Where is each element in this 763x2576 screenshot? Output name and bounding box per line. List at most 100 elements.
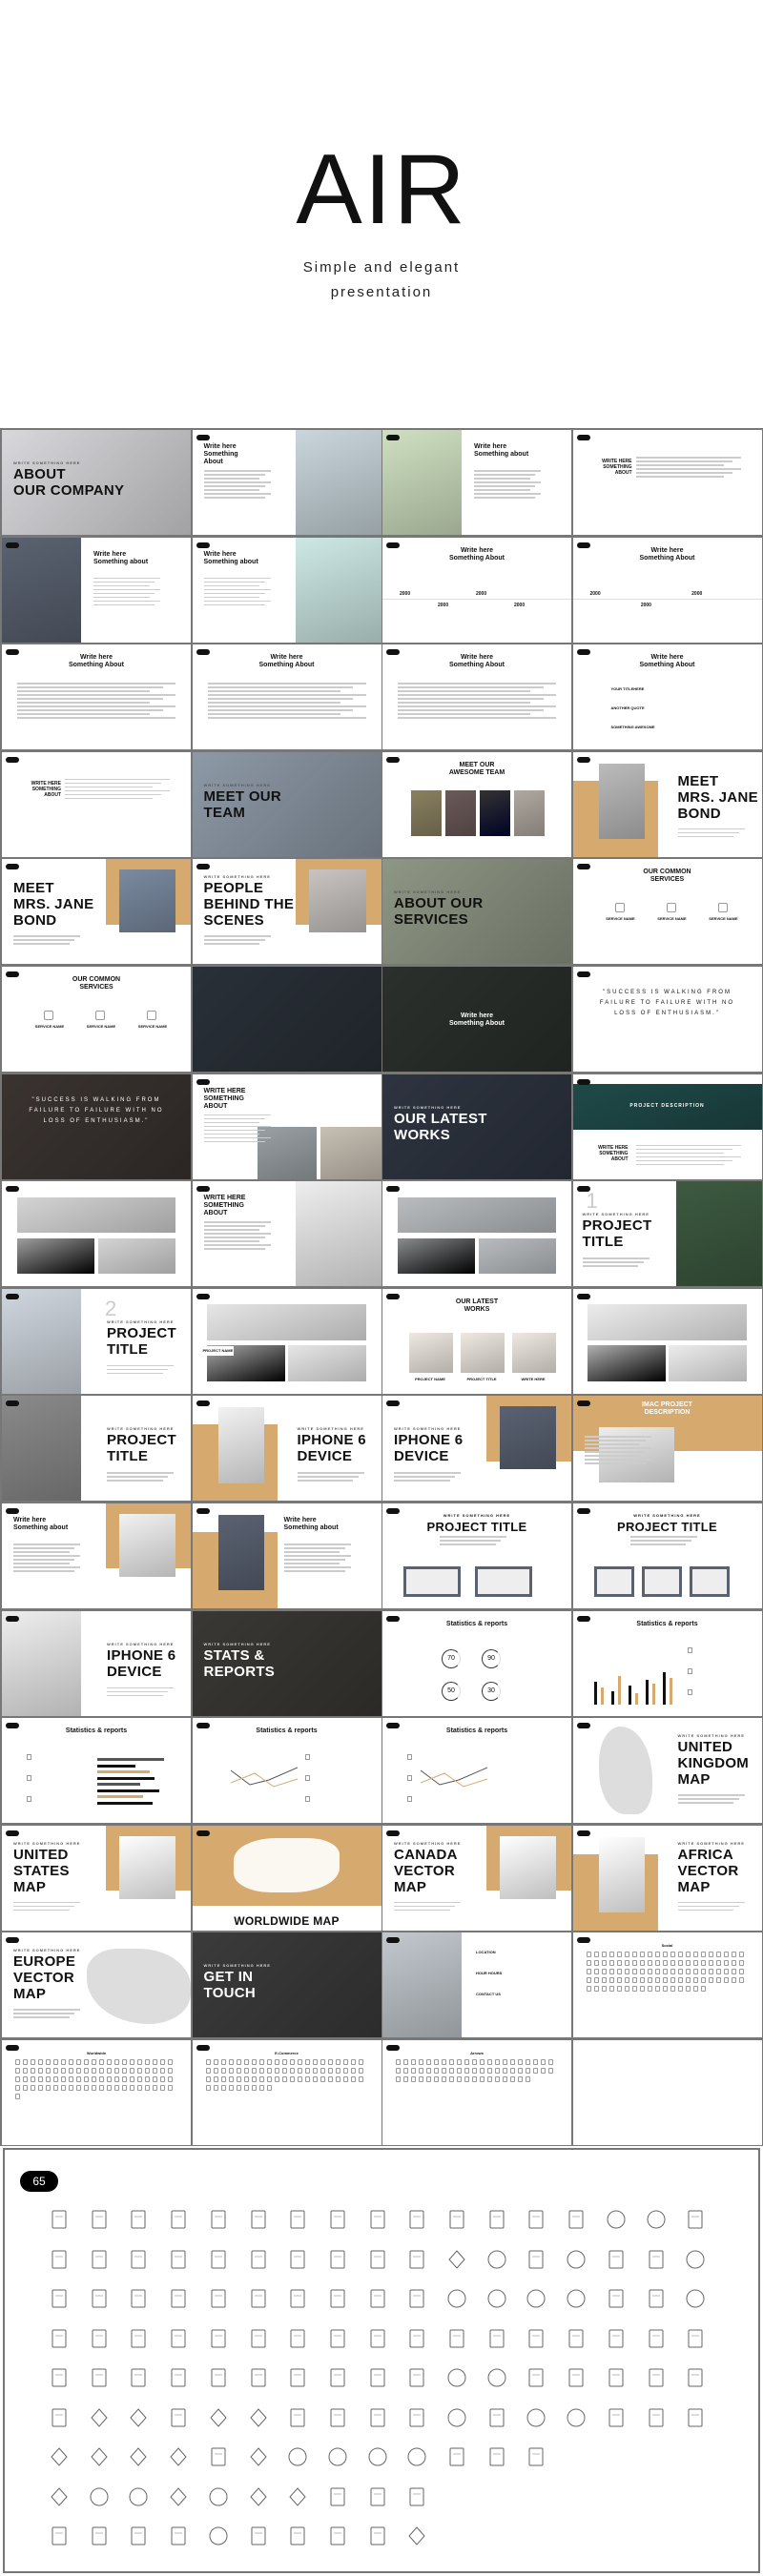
slide-heading: Statistics & reports	[65, 1728, 128, 1735]
balloon-pin-icon	[87, 2405, 112, 2430]
slide-thumbnail[interactable]: ABOUT OUR SERVICES WRITE SOMETHING HERE	[382, 859, 571, 965]
text-line	[677, 1909, 734, 1912]
slide-thumbnail[interactable]: Write here Something About	[382, 967, 571, 1072]
slide-thumbnail[interactable]: Write here Something About YOUR TITLEHERE…	[572, 644, 762, 750]
slide-thumbnail[interactable]	[572, 1288, 762, 1394]
icon-glyph	[130, 2068, 134, 2074]
icon-glyph	[411, 2076, 416, 2082]
slide-thumbnail[interactable]: ABOUT OUR COMPANY WRITE SOMETHING HERE	[2, 430, 191, 535]
slide-thumbnail[interactable]: LOCATION HOUR HOURS CONTACT US	[382, 1932, 571, 2038]
photo	[218, 1407, 264, 1483]
slide-thumbnail[interactable]: OUR LATEST WORKS WRITE SOMETHING HERE	[382, 1073, 571, 1179]
icon-glyph	[335, 2076, 340, 2082]
slide-thumbnail[interactable]: Write here Something about	[192, 537, 382, 643]
slide-thumbnail[interactable]: GET IN TOUCH WRITE SOMETHING HERE	[192, 1932, 382, 2038]
icon-glyph	[449, 2059, 454, 2065]
slide-thumbnail[interactable]: Statistics & reports	[2, 1718, 191, 1824]
slide-thumbnail[interactable]: AFRICA VECTOR MAP WRITE SOMETHING HERE	[572, 1825, 762, 1931]
slide-thumbnail[interactable]: IPHONE 6 DEVICE WRITE SOMETHING HERE	[2, 1610, 191, 1716]
text-line	[582, 1261, 644, 1263]
slide-thumbnail[interactable]: Statistics & reports 70 90 50 30	[382, 1610, 571, 1716]
slide-thumbnail[interactable]: E-Commerce	[192, 2040, 382, 2145]
slide-thumbnail[interactable]: PROJECT TITLE WRITE SOMETHING HERE	[2, 1396, 191, 1502]
slide-thumbnail[interactable]: WRITE HERE SOMETHING ABOUT	[192, 1073, 382, 1179]
slide-thumbnail[interactable]: MEET MRS. JANE BOND	[2, 859, 191, 965]
slide-thumbnail[interactable]: UNITED KINGDOM MAP WRITE SOMETHING HERE	[572, 1718, 762, 1824]
slide-thumbnail[interactable]	[382, 1181, 571, 1287]
icon-glyph	[130, 2059, 134, 2065]
slide-thumbnail[interactable]: Worldwide	[2, 2040, 191, 2145]
slide-thumbnail[interactable]: PROJECT TITLE WRITE SOMETHING HERE	[382, 1503, 571, 1608]
slide-thumbnail[interactable]: CANADA VECTOR MAP WRITE SOMETHING HERE	[382, 1825, 571, 1931]
slide-thumbnail[interactable]: IPHONE 6 DEVICE WRITE SOMETHING HERE	[192, 1396, 382, 1502]
text-line	[474, 481, 541, 483]
icon-glyph	[434, 2068, 439, 2074]
slide-thumbnail[interactable]: Write here Something About	[382, 644, 571, 750]
slide-thumbnail[interactable]	[572, 2040, 762, 2145]
slide-thumbnail[interactable]: 1 PROJECT TITLE WRITE SOMETHING HERE	[572, 1181, 762, 1287]
icon-glyph	[320, 2076, 325, 2082]
slide-thumbnail[interactable]: Statistics & reports	[192, 1718, 382, 1824]
slide-thumbnail[interactable]: Social	[572, 1932, 762, 2038]
slide-thumbnail[interactable]: Write here Something about	[2, 537, 191, 643]
slide-thumbnail[interactable]: Write here Something About	[192, 430, 382, 535]
slide-number-badge: 65	[20, 2171, 58, 2192]
drive-download-icon	[644, 2365, 669, 2390]
slide-thumbnail[interactable]: Write here Something About 2000 2000 2000 20…	[382, 537, 571, 643]
slide-thumbnail[interactable]: PROJECT NAME	[192, 1288, 382, 1394]
slide-thumbnail[interactable]: PEOPLE BEHIND THE SCENES WRITE SOMETHING …	[192, 859, 382, 965]
presentation-title: AIR	[296, 134, 467, 245]
slide-thumbnail[interactable]: Write here Something About	[192, 644, 382, 750]
text-line	[17, 702, 151, 704]
slide-thumbnail[interactable]: Write here Something about	[192, 1503, 382, 1608]
slide-thumbnail[interactable]: MEET OUR TEAM WRITE SOMETHING HERE	[192, 751, 382, 857]
slide-thumbnail[interactable]: Write here Something About	[2, 644, 191, 750]
slide-thumbnail[interactable]: "SUCCESS IS WALKING FROM FAILURE TO FAIL…	[2, 1073, 191, 1179]
text-line	[107, 1476, 169, 1478]
world-map	[234, 1837, 340, 1893]
slide-thumbnail[interactable]: WRITE HERE SOMETHING ABOUT	[572, 430, 762, 535]
slide-thumbnail[interactable]: Statistics & reports	[382, 1718, 571, 1824]
slide-thumbnail[interactable]: IMAC PROJECT DESCRIPTION	[572, 1396, 762, 1502]
slide-thumbnail[interactable]: MEET OUR AWESOME TEAM	[382, 751, 571, 857]
icon-glyph	[518, 2059, 523, 2065]
slide-thumbnail[interactable]: OUR COMMON SERVICES SERVICE NAME SERVICE N…	[572, 859, 762, 965]
icon-glyph	[213, 2068, 218, 2074]
photo	[514, 789, 545, 836]
slide-thumbnail[interactable]: "SUCCESS IS WALKING FROM FAILURE TO FAIL…	[572, 967, 762, 1072]
icon-glyph	[608, 1986, 614, 1993]
slide-thumbnail[interactable]: EUROPE VECTOR MAP WRITE SOMETHING HERE	[2, 1932, 191, 2038]
slide-thumbnail[interactable]: STATS & REPORTS WRITE SOMETHING HERE	[192, 1610, 382, 1716]
slide-thumbnail[interactable]	[2, 1181, 191, 1287]
icon-glyph	[130, 2076, 134, 2082]
slide-thumbnail[interactable]: IPHONE 6 DEVICE WRITE SOMETHING HERE	[382, 1396, 571, 1502]
newspapers-icon	[246, 2207, 271, 2232]
slide-thumbnail[interactable]: OUR COMMON SERVICES SERVICE NAME SERVICE N…	[2, 967, 191, 1072]
slide-thumbnail[interactable]: Arrows	[382, 2040, 571, 2145]
slide-thumbnail[interactable]: Statistics & reports	[572, 1610, 762, 1716]
feature-icon	[304, 1775, 310, 1782]
icon-glyph	[616, 1986, 622, 1993]
slide-thumbnail[interactable]: OUR LATEST WORKS PROJECT NAME PROJECT TITL…	[382, 1288, 571, 1394]
icon-glyph	[160, 2085, 165, 2091]
icon-glyph	[677, 1986, 683, 1993]
slide-thumbnail[interactable]: UNITED STATES MAP WRITE SOMETHING HERE	[2, 1825, 191, 1931]
slide-thumbnail[interactable]: WRITE HERE SOMETHING ABOUT PROJECT DESCRI…	[572, 1073, 762, 1179]
slide-thumbnail[interactable]: PROJECT TITLE WRITE SOMETHING HERE	[572, 1503, 762, 1608]
icon-glyph	[631, 1952, 637, 1958]
slide-thumbnail[interactable]: Write here Something About 2000 2000 2000	[572, 537, 762, 643]
slide-thumbnail[interactable]: Write here Something about	[2, 1503, 191, 1608]
slide-thumbnail[interactable]: WORLDWIDE MAP	[192, 1825, 382, 1931]
slide-thumbnail[interactable]: 2 PROJECT TITLE WRITE SOMETHING HERE	[2, 1288, 191, 1394]
body-text	[203, 470, 271, 501]
slide-thumbnail[interactable]	[192, 967, 382, 1072]
calendar-icon	[47, 2405, 72, 2430]
icon-glyph	[662, 1952, 668, 1958]
slide-thumbnail[interactable]: WRITE HERE SOMETHING ABOUT	[2, 751, 191, 857]
slide-thumbnail[interactable]: WRITE HERE SOMETHING ABOUT	[192, 1181, 382, 1287]
icon-glyph	[145, 2068, 150, 2074]
icon-glyph	[419, 2059, 423, 2065]
slide-thumbnail[interactable]: MEET MRS. JANE BOND	[572, 751, 762, 857]
slide-number-pill	[386, 1400, 400, 1407]
slide-thumbnail[interactable]: Write here Something about	[382, 430, 571, 535]
